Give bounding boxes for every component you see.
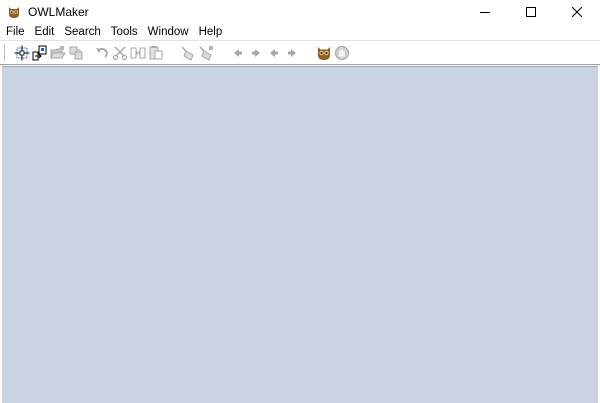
close-button[interactable] bbox=[554, 0, 600, 24]
toolbar-grip[interactable] bbox=[4, 44, 9, 61]
undo-button[interactable] bbox=[93, 44, 111, 62]
owlmaker-window: OWLMaker File Edit Search Tools Window H… bbox=[0, 0, 600, 403]
save-button[interactable] bbox=[67, 44, 85, 62]
menu-edit[interactable]: Edit bbox=[30, 24, 60, 40]
open-folder-button[interactable] bbox=[49, 44, 67, 62]
forward-icon bbox=[252, 48, 260, 57]
find-icon bbox=[181, 45, 194, 61]
next-button[interactable] bbox=[283, 44, 301, 62]
menu-tools[interactable]: Tools bbox=[106, 24, 143, 40]
new-document-icon bbox=[14, 45, 30, 60]
owl-tool-button[interactable] bbox=[315, 44, 333, 62]
window-controls bbox=[462, 0, 600, 24]
cut-button[interactable] bbox=[111, 44, 129, 62]
find-next-icon bbox=[199, 45, 213, 61]
paste-icon bbox=[149, 45, 163, 59]
toolbar-separator bbox=[85, 44, 93, 62]
mdi-client-area[interactable] bbox=[2, 66, 598, 403]
find-button[interactable] bbox=[179, 44, 197, 62]
stop-icon bbox=[335, 45, 349, 60]
open-project-button[interactable] bbox=[31, 44, 49, 62]
menu-file[interactable]: File bbox=[0, 24, 30, 40]
toolbar-separator bbox=[165, 44, 179, 62]
maximize-button[interactable] bbox=[508, 0, 554, 24]
cut-icon bbox=[112, 46, 128, 60]
toolbar-separator bbox=[301, 44, 315, 62]
toolbar bbox=[0, 40, 600, 65]
back-icon bbox=[234, 48, 242, 57]
copy-icon bbox=[130, 47, 146, 58]
menu-bar: File Edit Search Tools Window Help bbox=[0, 24, 600, 40]
stop-button[interactable] bbox=[333, 44, 351, 62]
toolbar-separator bbox=[215, 44, 229, 62]
close-icon bbox=[572, 7, 582, 17]
undo-icon bbox=[96, 47, 108, 58]
next-icon bbox=[288, 48, 296, 57]
owl-icon[interactable] bbox=[6, 4, 22, 20]
previous-icon bbox=[270, 48, 278, 57]
maximize-icon bbox=[526, 7, 536, 17]
minimize-icon bbox=[480, 12, 490, 13]
open-folder-icon bbox=[50, 45, 66, 58]
menu-window[interactable]: Window bbox=[143, 24, 194, 40]
paste-button[interactable] bbox=[147, 44, 165, 62]
copy-button[interactable] bbox=[129, 44, 147, 62]
window-title: OWLMaker bbox=[28, 5, 89, 19]
find-next-button[interactable] bbox=[197, 44, 215, 62]
owl-tool-icon bbox=[318, 46, 330, 60]
minimize-button[interactable] bbox=[462, 0, 508, 24]
menu-search[interactable]: Search bbox=[59, 24, 105, 40]
menu-help[interactable]: Help bbox=[194, 24, 228, 40]
title-bar[interactable]: OWLMaker bbox=[0, 0, 600, 24]
back-button[interactable] bbox=[229, 44, 247, 62]
open-project-icon bbox=[32, 45, 47, 60]
save-icon bbox=[69, 46, 83, 59]
previous-button[interactable] bbox=[265, 44, 283, 62]
new-document-button[interactable] bbox=[13, 44, 31, 62]
forward-button[interactable] bbox=[247, 44, 265, 62]
